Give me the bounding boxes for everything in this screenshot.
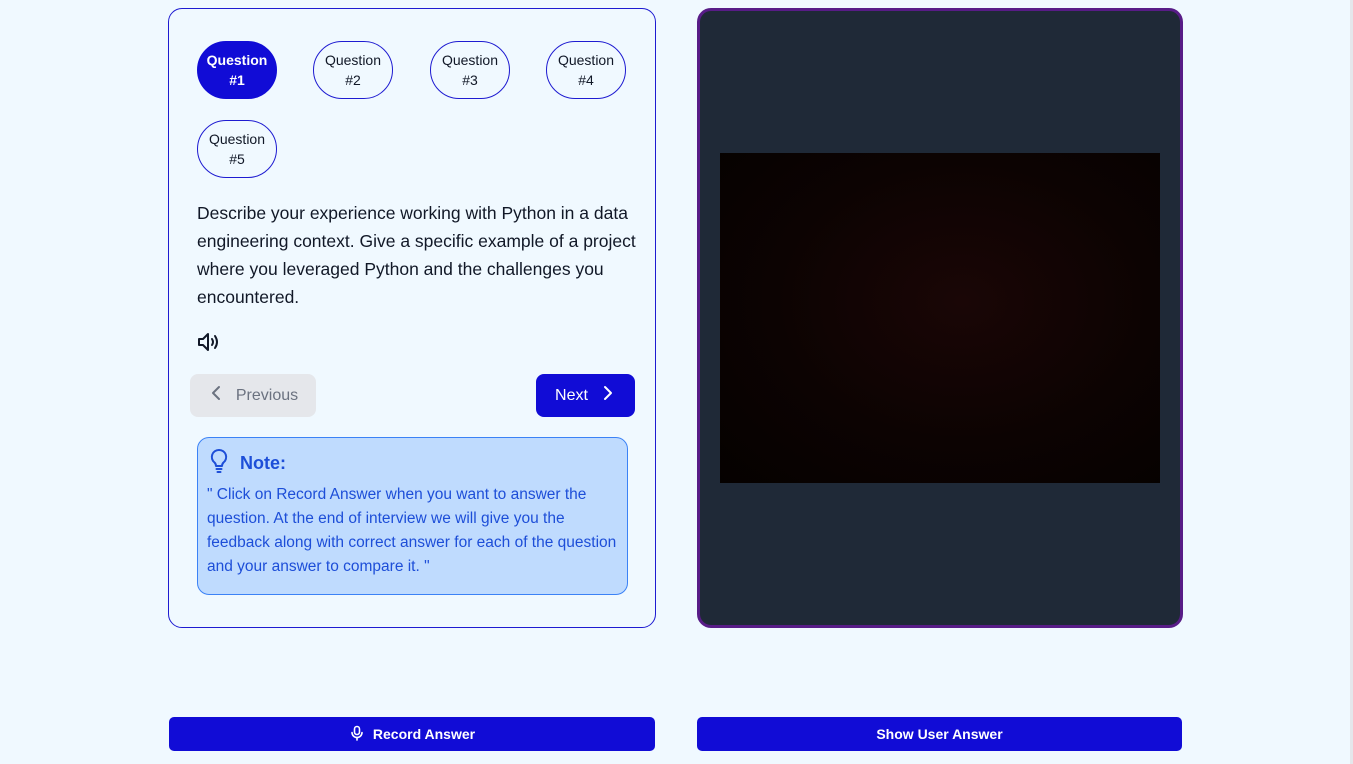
tab-question-3[interactable]: Question #3: [430, 41, 510, 99]
webcam-panel: [697, 8, 1183, 628]
tab-number: #5: [229, 151, 245, 167]
chevron-right-icon: [598, 384, 616, 407]
next-label: Next: [555, 386, 588, 404]
question-text: Describe your experience working with Py…: [197, 203, 636, 307]
speaker-icon[interactable]: [197, 331, 221, 353]
tab-label: Question: [441, 52, 499, 68]
previous-button[interactable]: Previous: [190, 374, 316, 417]
show-user-answer-label: Show User Answer: [876, 726, 1003, 742]
next-button[interactable]: Next: [536, 374, 635, 417]
tab-label: Question: [324, 52, 382, 68]
note-header: Note:: [208, 448, 286, 479]
tab-number: #1: [229, 72, 245, 88]
interview-page: Question #1 Question #2 Question #3 Ques…: [0, 0, 1353, 764]
tab-number: #3: [462, 72, 478, 88]
tab-question-1[interactable]: Question #1: [197, 41, 277, 99]
lightbulb-icon: [208, 448, 230, 479]
note-box: Note: " Click on Record Answer when you …: [197, 437, 628, 595]
note-title: Note:: [240, 453, 286, 473]
show-user-answer-button[interactable]: Show User Answer: [697, 717, 1182, 751]
record-answer-label: Record Answer: [372, 726, 476, 742]
question-panel: Question #1 Question #2 Question #3 Ques…: [168, 8, 656, 628]
tab-label: Question: [206, 52, 268, 68]
tab-number: #2: [345, 72, 361, 88]
tab-label: Question: [557, 52, 615, 68]
record-answer-button[interactable]: Record Answer: [169, 717, 655, 751]
webcam-feed: [720, 153, 1160, 483]
tab-number: #4: [578, 72, 594, 88]
note-text: " Click on Record Answer when you want t…: [207, 486, 617, 575]
tab-question-2[interactable]: Question #2: [313, 41, 393, 99]
tab-question-5[interactable]: Question #5: [197, 120, 277, 178]
tab-question-4[interactable]: Question #4: [546, 41, 626, 99]
microphone-icon: [349, 725, 365, 744]
previous-label: Previous: [235, 386, 299, 404]
chevron-left-icon: [208, 384, 226, 407]
tab-label: Question: [208, 131, 266, 147]
